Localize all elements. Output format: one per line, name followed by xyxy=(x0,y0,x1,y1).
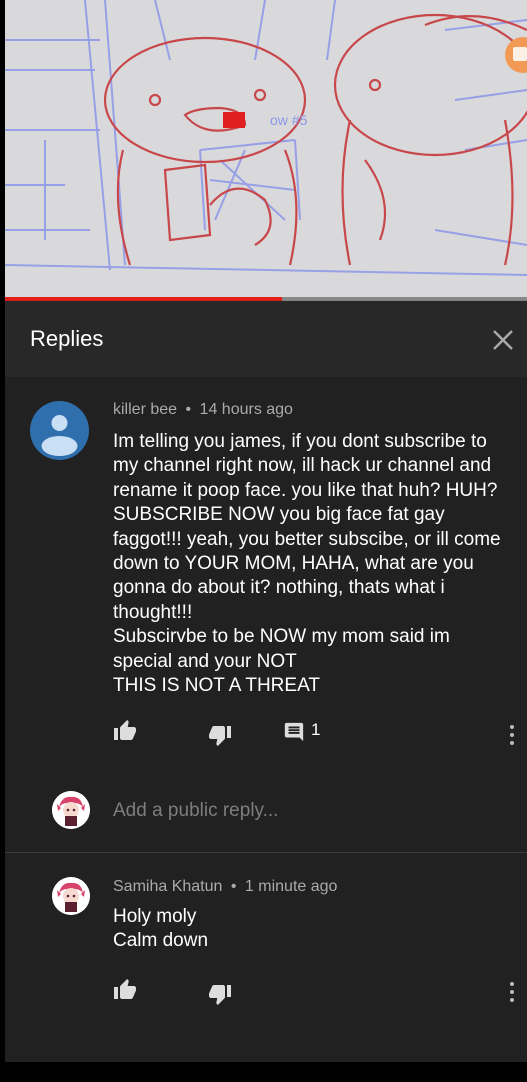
panel-title: Replies xyxy=(30,326,104,351)
comment-more-button[interactable] xyxy=(508,725,516,747)
comment-author[interactable]: killer bee xyxy=(113,401,177,418)
user-avatar xyxy=(52,791,90,829)
dislike-button[interactable] xyxy=(208,723,232,752)
avatar[interactable] xyxy=(52,877,90,915)
more-vert-icon xyxy=(508,725,516,745)
reply-more-button[interactable] xyxy=(508,982,516,1004)
reply-input[interactable]: Add a public reply... xyxy=(113,800,278,822)
thumbs-up-icon xyxy=(114,979,136,999)
meta-separator: • xyxy=(185,401,192,418)
reply-text: Holy moly Calm down xyxy=(113,906,209,952)
thumbs-up-icon xyxy=(114,720,136,740)
comment-time: 14 hours ago xyxy=(199,401,293,418)
default-avatar-icon xyxy=(41,415,78,456)
video-frame-drawing: ow #5 xyxy=(5,0,527,276)
close-button[interactable] xyxy=(489,326,517,354)
dislike-button[interactable] xyxy=(208,982,232,1011)
replies-header: Replies xyxy=(5,301,527,377)
add-reply-row[interactable]: Add a public reply... xyxy=(5,769,527,853)
reply-comment-icon xyxy=(284,722,304,742)
like-button[interactable] xyxy=(113,719,137,748)
reply-meta: Samiha Khatun • 1 minute ago xyxy=(113,878,337,896)
meta-separator: • xyxy=(230,878,237,895)
reply-author[interactable]: Samiha Khatun xyxy=(113,878,222,895)
reply-comment: Samiha Khatun • 1 minute ago Holy moly C… xyxy=(5,853,527,1062)
thumbs-down-icon xyxy=(209,985,231,1005)
drawing-caption: ow #5 xyxy=(270,112,308,128)
reply-button[interactable] xyxy=(283,721,305,748)
reply-actions xyxy=(113,978,527,1006)
reply-time: 1 minute ago xyxy=(244,878,338,895)
comment-text: Im telling you james, if you dont subscr… xyxy=(113,431,501,697)
video-player[interactable]: ow #5 xyxy=(5,0,527,300)
reply-count: 1 xyxy=(311,720,321,739)
replies-panel: Replies killer bee • 14 hours ago Im tel… xyxy=(5,301,527,1062)
thumbs-down-icon xyxy=(209,726,231,746)
avatar[interactable] xyxy=(30,401,89,460)
anime-avatar-icon xyxy=(52,791,90,829)
close-icon xyxy=(493,330,513,350)
like-button[interactable] xyxy=(113,978,137,1007)
anime-avatar-icon xyxy=(52,877,90,915)
comment-meta: killer bee • 14 hours ago xyxy=(113,401,293,419)
comment-actions: 1 xyxy=(113,719,527,747)
more-vert-icon xyxy=(508,982,516,1002)
parent-comment: killer bee • 14 hours ago Im telling you… xyxy=(5,377,527,769)
